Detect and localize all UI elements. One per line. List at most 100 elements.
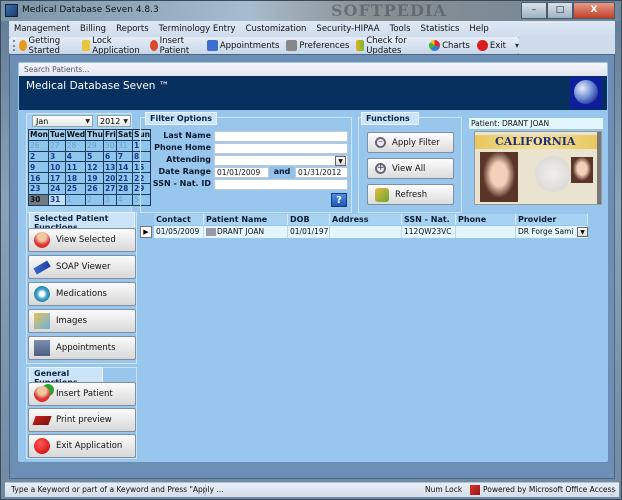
maximize-button[interactable]: □ (547, 2, 573, 19)
cell-contact[interactable]: 01/05/2009 (154, 226, 204, 238)
calendar-day[interactable]: 24 (47, 182, 66, 195)
soap-viewer-button[interactable]: SOAP Viewer (28, 255, 136, 279)
calendar-day[interactable]: 3 (102, 193, 117, 206)
view-all-button[interactable]: + View All (367, 158, 454, 179)
help-button[interactable]: ? (331, 193, 347, 207)
menu-terminology-entry[interactable]: Terminology Entry (159, 24, 236, 34)
menu-statistics[interactable]: Statistics (421, 24, 460, 34)
calendar-day[interactable]: 14 (115, 161, 133, 174)
exit-application-button[interactable]: Exit Application (28, 434, 136, 458)
column-header-ssn[interactable]: SSN - Nat. ID (402, 214, 456, 235)
calendar-day[interactable]: 31 (47, 193, 66, 206)
print-preview-button[interactable]: Print preview (28, 408, 136, 432)
phone-home-field[interactable] (214, 143, 348, 154)
refresh-button[interactable]: Refresh (367, 184, 454, 205)
weekday-header: Tue (47, 129, 66, 141)
toolbar-check-for-updates[interactable]: Check for Updates (356, 36, 422, 56)
toolbar-insert-patient[interactable]: Insert Patient (149, 36, 200, 56)
calendar-day[interactable]: 25 (64, 182, 87, 195)
calendar-day[interactable]: 26 (28, 139, 49, 152)
calendar-day[interactable]: 27 (47, 139, 66, 152)
calendar-day[interactable]: 5 (85, 150, 104, 163)
calendar-day[interactable]: 31 (115, 139, 133, 152)
menu-customization[interactable]: Customization (246, 24, 307, 34)
calendar-day[interactable]: 2 (28, 150, 49, 163)
search-patients-input[interactable]: Search Patients... (19, 63, 607, 76)
images-button[interactable]: Images (28, 309, 136, 333)
toolbar-charts[interactable]: Charts (429, 40, 470, 51)
calendar-day[interactable]: 13 (102, 161, 117, 174)
toolbar-preferences[interactable]: Preferences (286, 40, 349, 51)
attending-select[interactable]: ▼ (214, 155, 348, 166)
image-scrollbar[interactable] (597, 132, 601, 204)
year-select[interactable]: 2012 ▼ (97, 115, 131, 127)
calendar-day[interactable]: 6 (102, 150, 117, 163)
calendar-day[interactable]: 26 (85, 182, 104, 195)
insert-patient-button[interactable]: Insert Patient (28, 382, 136, 406)
menu-management[interactable]: Management (14, 24, 70, 34)
appointments-button[interactable]: Appointments (28, 336, 136, 360)
calendar-day[interactable]: 3 (47, 150, 66, 163)
menu-billing[interactable]: Billing (80, 24, 106, 34)
provider-dropdown-icon[interactable]: ▼ (577, 227, 588, 237)
menu-security-hipaa[interactable]: Security-HIPAA (316, 24, 379, 34)
chevron-down-icon[interactable]: ▼ (335, 156, 346, 166)
resize-grip-icon[interactable]: ⋰ (610, 486, 617, 500)
calendar-day[interactable]: 27 (102, 182, 117, 195)
cell-patient-name[interactable]: DRANT JOAN (204, 226, 288, 238)
apply-filter-button[interactable]: – Apply Filter (367, 132, 454, 153)
date-to-field[interactable]: 01/31/2012 (295, 167, 348, 178)
menu-reports[interactable]: Reports (116, 24, 149, 34)
calendar-day[interactable]: 29 (85, 139, 104, 152)
month-select[interactable]: Jan ▼ (32, 115, 93, 127)
ssn-field[interactable] (214, 179, 348, 190)
calendar-day[interactable]: 17 (47, 172, 66, 184)
column-header-dob[interactable]: DOB (288, 214, 330, 225)
column-header-provider[interactable]: Provider (516, 214, 588, 225)
calendar-day[interactable]: 20 (102, 172, 117, 184)
toolbar-lock-application[interactable]: Lock Application (82, 36, 142, 56)
cell-ssn[interactable]: 112QW23VC (402, 226, 456, 238)
last-name-field[interactable] (214, 131, 348, 142)
calendar-day[interactable]: 21 (115, 172, 133, 184)
calendar-day[interactable]: 1 (64, 193, 87, 206)
year-value: 2012 (100, 117, 121, 126)
calendar-day[interactable]: 10 (47, 161, 66, 174)
menu-tools[interactable]: Tools (390, 24, 411, 34)
calendar-day[interactable]: 7 (115, 150, 133, 163)
medications-button[interactable]: Medications (28, 282, 136, 306)
minimize-button[interactable]: – (521, 2, 547, 19)
cell-dob[interactable]: 01/01/1971 (288, 226, 330, 238)
calendar-day[interactable]: 11 (64, 161, 87, 174)
column-header-contact[interactable]: Contact (154, 214, 204, 225)
calendar-day[interactable]: 16 (28, 172, 49, 184)
view-selected-button[interactable]: View Selected (28, 228, 136, 252)
calendar-day[interactable]: 30 (28, 193, 49, 206)
close-button[interactable]: X (573, 2, 615, 19)
toolbar-appointments[interactable]: Appointments (206, 40, 279, 51)
calendar-day[interactable]: 30 (102, 139, 117, 152)
toolbar-getting-started[interactable]: Getting Started (18, 36, 76, 56)
toolbar-grip[interactable] (13, 40, 16, 51)
calendar-day[interactable]: 28 (64, 139, 87, 152)
calendar-day[interactable]: 18 (64, 172, 87, 184)
cell-phone[interactable] (456, 226, 516, 238)
calendar-day[interactable]: 19 (85, 172, 104, 184)
cell-address[interactable] (330, 226, 402, 238)
date-from-field[interactable]: 01/01/2009 (214, 167, 269, 178)
toolbar-exit[interactable]: Exit (476, 40, 506, 51)
row-selector-icon[interactable]: ▶ (140, 226, 152, 238)
refresh-label: Refresh (395, 189, 428, 200)
column-header-phone[interactable]: Phone (456, 214, 516, 225)
calendar-day[interactable]: 28 (115, 182, 133, 195)
calendar-day[interactable]: 9 (28, 161, 49, 174)
calendar-day[interactable]: 23 (28, 182, 49, 195)
functions-title: Functions (361, 112, 419, 125)
calendar-day[interactable]: 2 (85, 193, 104, 206)
calendar-day[interactable]: 12 (85, 161, 104, 174)
column-header-patient-name[interactable]: Patient Name (204, 214, 288, 225)
calendar-day[interactable]: 4 (115, 193, 133, 206)
column-header-address[interactable]: Address (330, 214, 402, 225)
calendar-day[interactable]: 4 (64, 150, 87, 163)
menu-help[interactable]: Help (469, 24, 488, 34)
